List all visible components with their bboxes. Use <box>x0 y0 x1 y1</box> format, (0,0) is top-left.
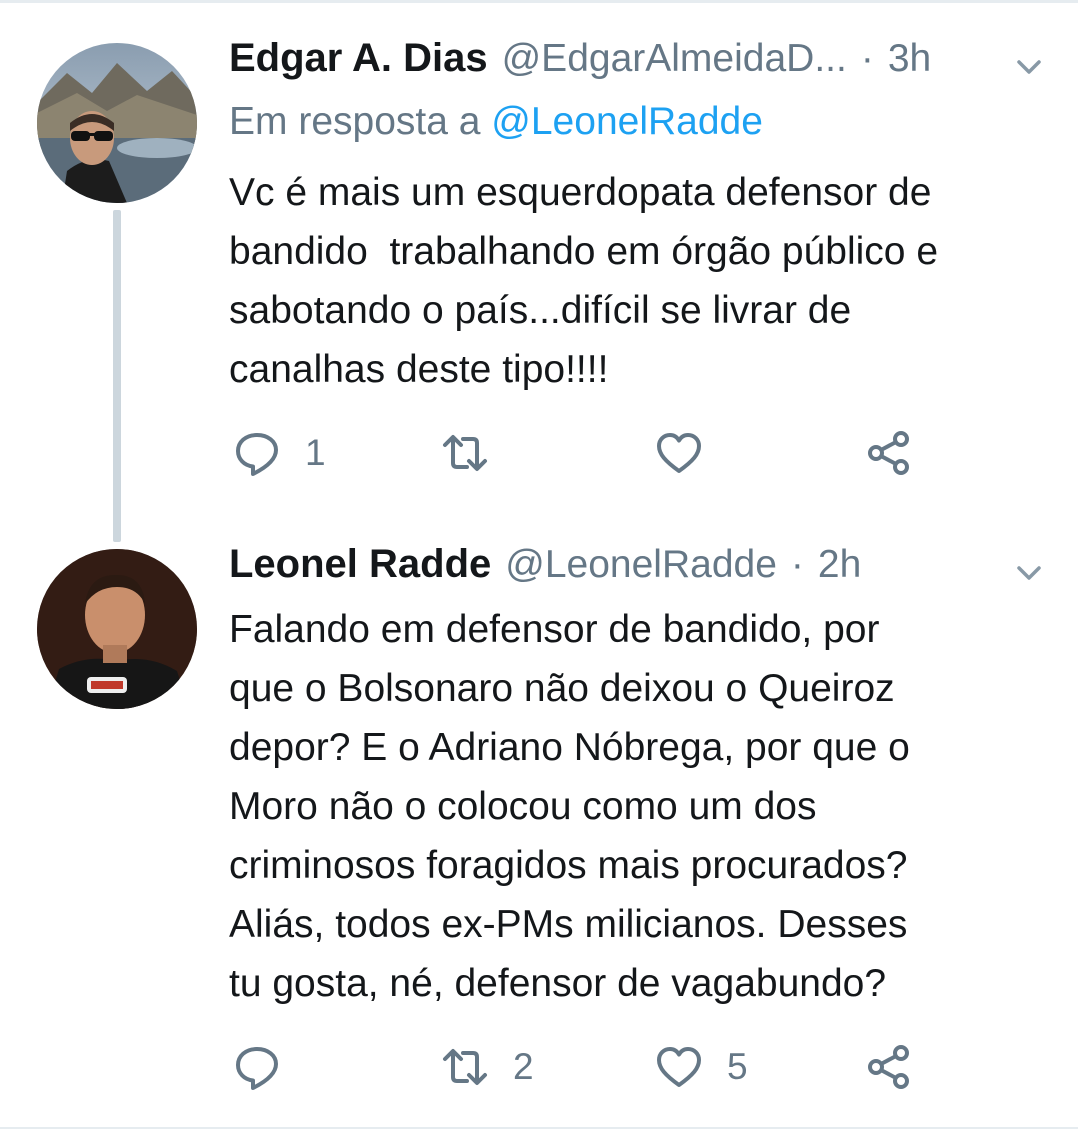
reply-icon <box>236 1047 278 1090</box>
like-button[interactable] <box>655 428 727 478</box>
tweet-actions: 1 <box>229 428 949 478</box>
share-icon <box>868 431 909 475</box>
share-button[interactable] <box>865 428 913 478</box>
avatar[interactable] <box>37 549 197 709</box>
thread-line <box>113 210 121 542</box>
retweet-button[interactable] <box>441 428 513 478</box>
tweet-leonel[interactable]: Leonel Radde @LeonelRadde · 2h Falando e… <box>0 540 1078 1127</box>
tweet-text: Vc é mais um esquerdopata defensor de ba… <box>229 171 939 391</box>
like-button[interactable]: 5 <box>655 1042 748 1092</box>
retweet-icon <box>443 1049 487 1085</box>
tweet-header: Leonel Radde @LeonelRadde · 2h <box>229 542 861 598</box>
chevron-down-icon[interactable] <box>1014 558 1044 588</box>
share-button[interactable] <box>865 1042 913 1092</box>
reply-icon <box>236 433 278 476</box>
tweet-text: Falando em defensor de bandido, por que … <box>229 608 910 1005</box>
reply-button[interactable] <box>233 1042 305 1092</box>
like-count: 5 <box>727 1046 748 1087</box>
retweet-icon <box>443 435 487 471</box>
bottom-divider <box>0 1127 1078 1129</box>
tweet-actions: 2 5 <box>229 1042 949 1092</box>
timestamp[interactable]: 3h <box>888 37 931 81</box>
retweet-button[interactable]: 2 <box>441 1042 534 1092</box>
separator-dot: · <box>860 37 874 80</box>
tweet-edgar[interactable]: Edgar A. Dias @EdgarAlmeidaD... · 3h Em … <box>0 0 1078 542</box>
reply-prefix: Em resposta a <box>229 100 492 143</box>
tweet-header: Edgar A. Dias @EdgarAlmeidaD... · 3h <box>229 36 931 92</box>
like-icon <box>657 1047 701 1087</box>
share-icon <box>868 1045 909 1089</box>
user-handle[interactable]: @LeonelRadde <box>505 543 777 587</box>
display-name[interactable]: Edgar A. Dias <box>229 36 488 81</box>
timestamp[interactable]: 2h <box>818 543 861 587</box>
reply-mention-link[interactable]: @LeonelRadde <box>491 100 763 143</box>
avatar[interactable] <box>37 43 197 203</box>
separator-dot: · <box>790 543 804 586</box>
user-handle[interactable]: @EdgarAlmeidaD... <box>502 37 847 81</box>
reply-count: 1 <box>305 432 326 473</box>
reply-button[interactable]: 1 <box>233 428 326 478</box>
reply-context: Em resposta a @LeonelRadde <box>229 100 763 144</box>
like-icon <box>657 433 701 473</box>
display-name[interactable]: Leonel Radde <box>229 542 491 587</box>
chevron-down-icon[interactable] <box>1014 52 1044 82</box>
retweet-count: 2 <box>513 1046 534 1087</box>
